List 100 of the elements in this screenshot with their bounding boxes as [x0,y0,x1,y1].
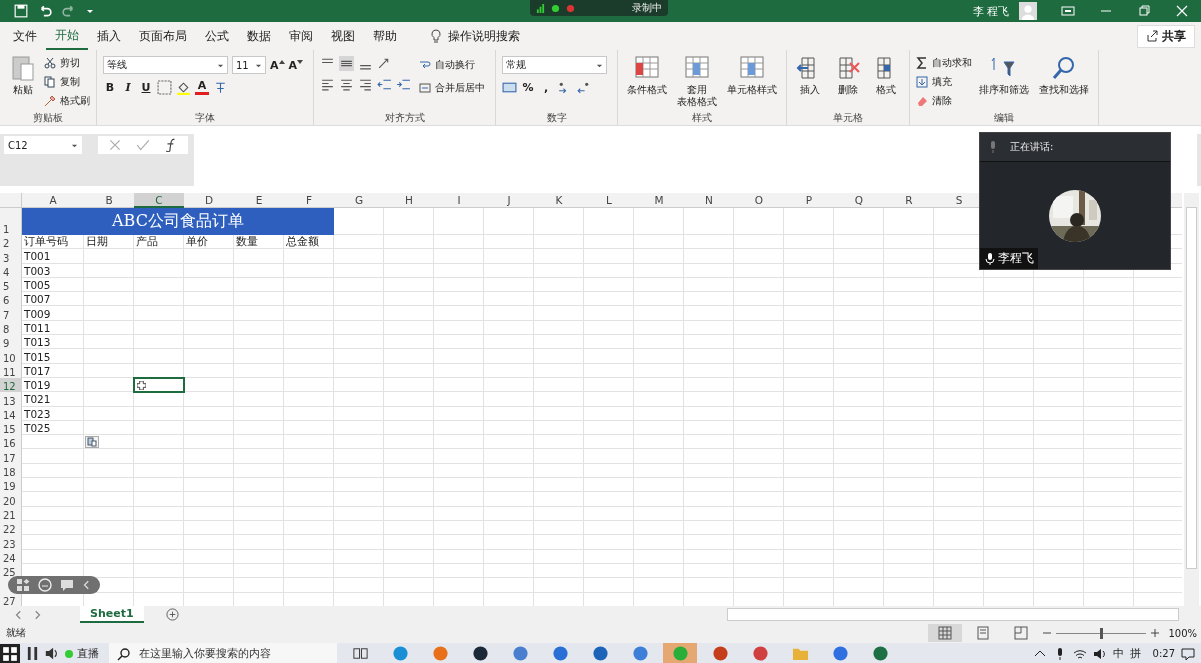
column-header[interactable]: N [705,193,713,208]
row-header[interactable]: 4 [3,267,10,278]
row-header[interactable]: 27 [3,596,16,606]
column-header[interactable]: L [606,193,612,208]
comma-style-button[interactable]: , [539,81,554,94]
column-header[interactable]: H [405,193,413,208]
align-left-icon[interactable] [320,77,336,92]
column-header[interactable]: G [354,193,364,208]
sheet-tab[interactable]: Sheet1 [80,606,144,623]
currency-icon[interactable] [502,80,518,95]
horizontal-scrollbar[interactable] [727,608,1179,621]
font-style-button[interactable]: B [103,81,117,94]
fill-bucket-icon[interactable] [176,80,191,95]
normal-view-button[interactable] [928,624,963,642]
styles-button[interactable]: 条件格式 [624,52,671,98]
apps-icon[interactable] [16,578,30,592]
row-header[interactable]: 16 [3,439,16,450]
emoji-icon[interactable] [38,578,52,592]
phonetic-icon[interactable] [213,80,228,95]
column-header[interactable]: R [905,193,913,208]
styles-button[interactable]: 单元格样式 [724,52,781,98]
row-header[interactable]: 22 [3,525,16,536]
row-header[interactable]: 14 [3,410,16,421]
zoom-in-icon[interactable] [1150,628,1161,638]
row-header[interactable]: 15 [3,425,16,436]
font-style-button[interactable]: I [121,81,135,94]
row-header[interactable]: 19 [3,482,16,493]
taskbar-search-field[interactable]: 在这里输入你要搜索的内容 [109,643,337,663]
zoom-thumb[interactable] [1100,627,1104,639]
row-header[interactable]: 23 [3,539,16,550]
row-header[interactable]: 7 [3,310,10,321]
input-method-indicator[interactable]: 拼 [1129,646,1141,661]
align-middle-icon[interactable] [339,56,355,71]
row-header[interactable]: 24 [3,553,16,564]
percent-button[interactable]: % [521,81,536,94]
row-header[interactable]: 13 [3,396,16,407]
clipboard-button[interactable]: 格式刷 [44,92,90,109]
column-header[interactable]: Q [854,193,864,208]
ribbon-tab[interactable]: 文件 [4,22,46,50]
ribbon-display-icon[interactable] [1061,5,1075,17]
row-header[interactable]: 3 [3,253,10,264]
cells-button[interactable]: 插入 [793,52,828,98]
undo-icon[interactable] [38,4,52,18]
column-header[interactable]: K [555,193,563,208]
chat-icon[interactable] [60,578,74,592]
save-icon[interactable] [14,4,28,18]
row-header[interactable]: 25 [3,568,16,579]
increase-indent-icon[interactable] [396,77,412,92]
row-header[interactable]: 2 [3,239,10,250]
row-header[interactable]: 8 [3,325,10,336]
column-header[interactable]: P [805,193,813,208]
font-color-button[interactable]: A [195,80,209,95]
paste-options-icon[interactable] [85,436,99,449]
start-icon[interactable] [0,643,20,663]
ribbon-tab[interactable]: 公式 [196,22,238,50]
scroll-right-icon[interactable] [32,609,42,620]
editing-big-button[interactable]: 排序和筛选 [976,52,1033,98]
font-size-field[interactable]: 11 [232,56,266,74]
restore-icon[interactable] [1137,5,1151,17]
ribbon-tab[interactable]: 帮助 [364,22,406,50]
ribbon-tab[interactable]: 页面布局 [130,22,196,50]
ribbon-tab[interactable]: 数据 [238,22,280,50]
customize-caret-icon[interactable] [86,7,94,15]
align-center-icon[interactable] [339,77,355,92]
row-header[interactable]: 17 [3,453,16,464]
row-header[interactable]: 6 [3,296,10,307]
column-header[interactable]: J [507,193,511,208]
font-name-field[interactable]: 等线 [103,56,228,74]
ribbon-tab[interactable]: 插入 [88,22,130,50]
add-sheet-icon[interactable] [165,608,179,621]
collapse-icon[interactable] [82,580,92,590]
function-icon[interactable] [164,138,178,152]
column-header[interactable]: C [134,193,184,208]
row-header[interactable]: 11 [3,367,16,378]
share-button[interactable]: 共享 [1137,24,1195,48]
clipboard-button[interactable]: 剪切 [44,54,90,71]
column-header[interactable]: D [204,193,214,208]
clock[interactable]: 0:27 [1152,648,1175,659]
number-format-field[interactable]: 常规 [502,56,608,74]
speaker-icon[interactable] [1092,646,1107,661]
row-header[interactable]: 1 [3,225,10,235]
ribbon-tab[interactable]: 视图 [322,22,364,50]
close-icon[interactable] [1175,5,1189,17]
column-header[interactable]: B [105,193,113,208]
column-header[interactable]: S [955,193,963,208]
editing-button[interactable]: 填充 [916,73,973,90]
speaker-icon[interactable] [45,646,58,661]
pause-icon[interactable] [26,646,39,661]
vertical-scrollbar[interactable] [1184,193,1199,606]
clipboard-button[interactable]: 复制 [44,73,90,90]
column-header[interactable]: O [754,193,764,208]
styles-button[interactable]: 套用 表格格式 [674,52,721,110]
redo-icon[interactable] [62,4,76,18]
row-header[interactable]: 21 [3,510,16,521]
input-method-indicator[interactable]: 中 [1112,646,1124,661]
font-style-button[interactable]: U [139,81,153,94]
editing-button[interactable]: 清除 [916,92,973,109]
active-cell[interactable] [133,376,185,394]
editing-big-button[interactable]: 查找和选择 [1036,52,1093,98]
merge-center-button[interactable]: 合并后居中 [419,79,486,96]
